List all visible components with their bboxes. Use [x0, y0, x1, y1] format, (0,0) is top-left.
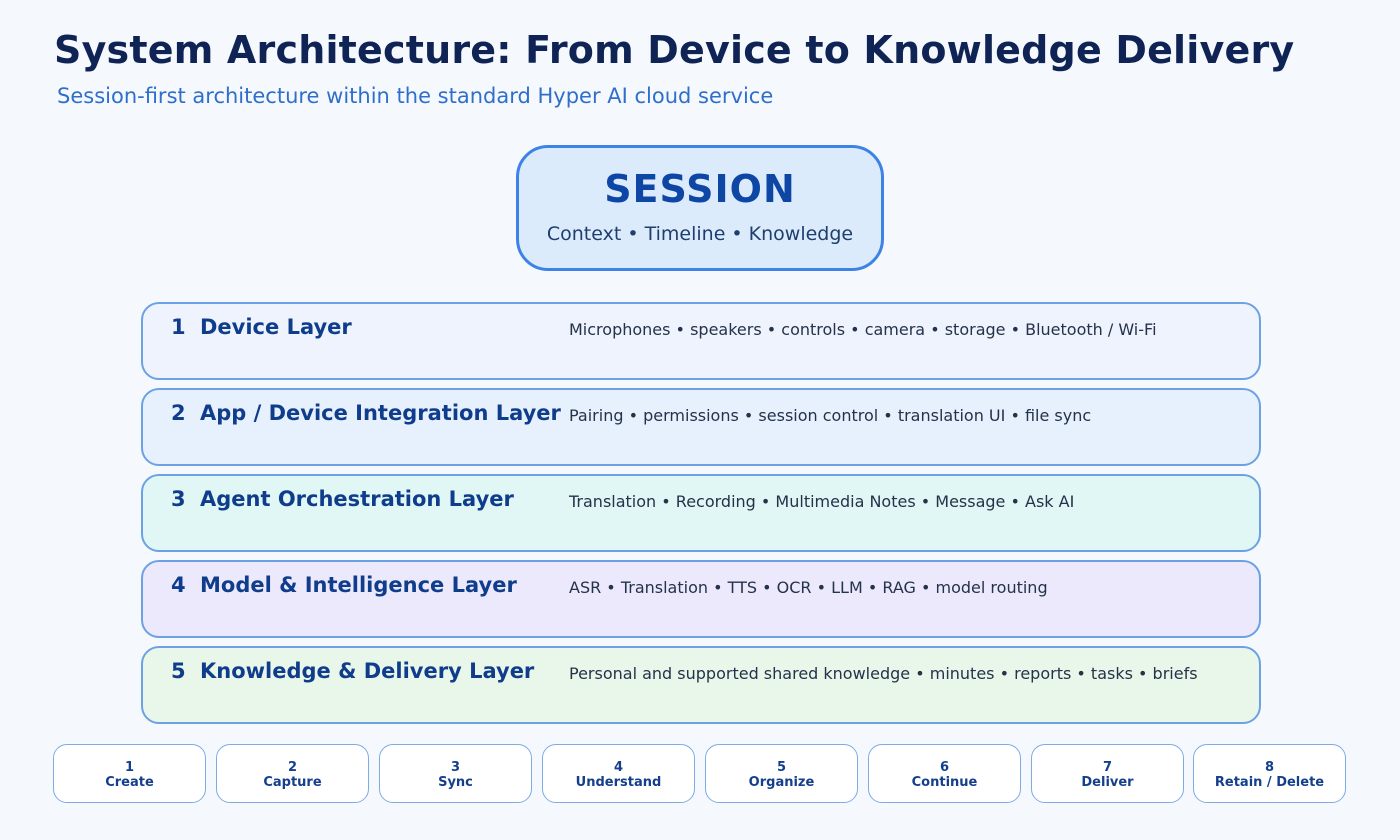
step-sync: 3 Sync [379, 744, 532, 803]
layer-agent-orchestration: 3 Agent Orchestration Layer Translation … [141, 474, 1261, 552]
step-number: 3 [450, 760, 461, 775]
step-number: 1 [124, 760, 135, 775]
step-organize: 5 Organize [705, 744, 858, 803]
layer-description: Pairing • permissions • session control … [569, 406, 1092, 425]
layer-name: Agent Orchestration Layer [200, 487, 514, 511]
layer-number: 3 [171, 487, 186, 511]
step-number: 2 [287, 760, 298, 775]
layer-app-integration: 2 App / Device Integration Layer Pairing… [141, 388, 1261, 466]
step-label: Sync [438, 775, 473, 790]
step-label: Continue [911, 775, 978, 790]
layer-description: ASR • Translation • TTS • OCR • LLM • RA… [569, 578, 1048, 597]
step-label: Retain / Delete [1214, 775, 1325, 790]
step-label: Understand [575, 775, 662, 790]
step-create: 1 Create [53, 744, 206, 803]
layer-name: Device Layer [200, 315, 352, 339]
step-number: 6 [939, 760, 950, 775]
layer-number: 4 [171, 573, 186, 597]
session-title: SESSION [604, 167, 796, 211]
step-label: Capture [263, 775, 322, 790]
step-label: Create [105, 775, 154, 790]
layer-description: Translation • Recording • Multimedia Not… [569, 492, 1075, 511]
page-subtitle: Session-first architecture within the st… [57, 84, 774, 108]
step-understand: 4 Understand [542, 744, 695, 803]
session-subtitle: Context • Timeline • Knowledge [546, 223, 854, 245]
session-box: SESSION Context • Timeline • Knowledge [516, 145, 884, 271]
step-number: 7 [1102, 760, 1113, 775]
step-label: Deliver [1081, 775, 1134, 790]
layer-knowledge-delivery: 5 Knowledge & Delivery Layer Personal an… [141, 646, 1261, 724]
layer-description: Microphones • speakers • controls • came… [569, 320, 1157, 339]
layer-name: App / Device Integration Layer [200, 401, 561, 425]
step-retain-delete: 8 Retain / Delete [1193, 744, 1346, 803]
step-number: 5 [776, 760, 787, 775]
layer-number: 2 [171, 401, 186, 425]
layer-name: Knowledge & Delivery Layer [200, 659, 535, 683]
layer-name: Model & Intelligence Layer [200, 573, 517, 597]
page-title: System Architecture: From Device to Know… [54, 28, 1295, 72]
step-number: 8 [1264, 760, 1275, 775]
step-label: Organize [748, 775, 815, 790]
step-deliver: 7 Deliver [1031, 744, 1184, 803]
step-number: 4 [613, 760, 624, 775]
step-capture: 2 Capture [216, 744, 369, 803]
layer-device: 1 Device Layer Microphones • speakers • … [141, 302, 1261, 380]
layer-model-intelligence: 4 Model & Intelligence Layer ASR • Trans… [141, 560, 1261, 638]
step-continue: 6 Continue [868, 744, 1021, 803]
layer-number: 1 [171, 315, 186, 339]
layer-description: Personal and supported shared knowledge … [569, 664, 1198, 683]
layer-number: 5 [171, 659, 186, 683]
